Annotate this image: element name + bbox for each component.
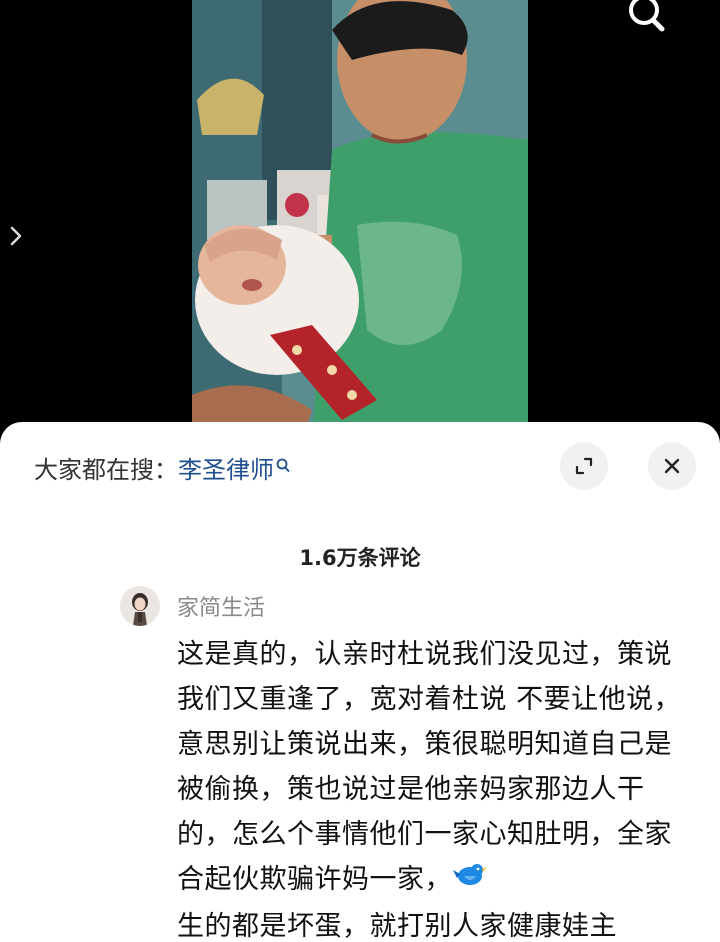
comment-count: 1.6万条评论 bbox=[299, 546, 421, 570]
avatar[interactable] bbox=[120, 586, 160, 626]
expand-button[interactable] bbox=[560, 442, 608, 490]
search-term-link[interactable]: 李圣律师 bbox=[178, 456, 274, 484]
comments-sheet: 大家都在搜：李圣律师 1.6万条评论 家简生活 这是真的，认亲时杜说我们没见过，… bbox=[0, 422, 720, 942]
photo-father-and-baby[interactable] bbox=[192, 0, 528, 440]
bird-emoji-icon bbox=[452, 858, 488, 904]
close-icon bbox=[664, 458, 680, 474]
search-button[interactable] bbox=[620, 0, 670, 40]
previous-image-button[interactable] bbox=[4, 222, 28, 250]
search-suggestion: 大家都在搜：李圣律师 bbox=[34, 450, 290, 485]
comment-body: 这是真的，认亲时杜说我们没见过，策说我们又重逢了，宽对着杜说 不要让他说，意思别… bbox=[177, 632, 695, 942]
small-search-icon bbox=[276, 452, 290, 480]
image-viewer bbox=[0, 0, 720, 440]
search-hint-label: 大家都在搜： bbox=[34, 456, 178, 484]
comment-text-part1: 这是真的，认亲时杜说我们没见过，策说我们又重逢了，宽对着杜说 不要让他说，意思别… bbox=[177, 639, 682, 895]
chevron-right-icon bbox=[10, 226, 22, 246]
expand-icon bbox=[575, 457, 593, 475]
search-icon bbox=[629, 0, 665, 32]
close-button[interactable] bbox=[648, 442, 696, 490]
comment-text-part2: 生的都是坏蛋，就打别人家健康娃主 bbox=[177, 910, 617, 942]
comment-username[interactable]: 家简生活 bbox=[177, 590, 265, 622]
